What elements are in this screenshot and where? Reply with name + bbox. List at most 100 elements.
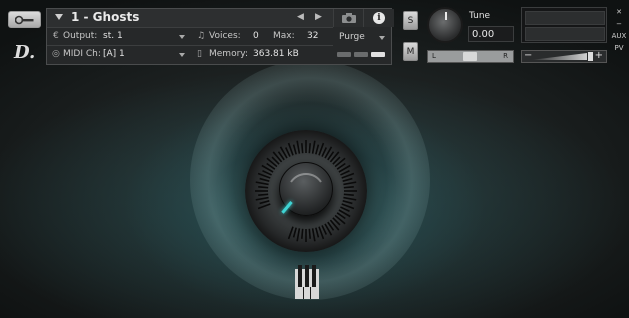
tune-label: Tune	[469, 11, 491, 21]
knob-tick	[308, 143, 311, 154]
knob-tick	[343, 186, 354, 189]
memory-display: ▯ Memory: 363.81 kB	[191, 46, 333, 62]
level-meter	[521, 7, 607, 43]
knob-tick	[311, 140, 316, 154]
pan-slider[interactable]: L R	[427, 50, 514, 63]
wrench-icon	[15, 15, 34, 25]
knob-tick	[284, 147, 291, 157]
purge-bar	[354, 52, 368, 57]
knob-tick	[311, 228, 316, 242]
snapshot-button[interactable]	[333, 9, 364, 27]
knob-tick	[343, 193, 354, 196]
knob-tick	[301, 228, 304, 239]
title-row: 1 - Ghosts ◀ ▶	[47, 9, 333, 28]
knob-tick	[255, 181, 269, 186]
close-icon[interactable]: ✕	[611, 6, 627, 18]
pv-button[interactable]: PV	[611, 42, 627, 54]
camera-icon	[342, 13, 356, 23]
volume-slider-thumb[interactable]	[588, 52, 593, 61]
midi-label: MIDI Ch:	[63, 49, 101, 59]
knob-tick	[259, 200, 270, 205]
instrument-panel: 1 - Ghosts ◀ ▶ i € Output: st. 1 ♫ Voice…	[46, 8, 394, 65]
kontakt-instrument-window: D. 1 - Ghosts ◀ ▶ i € Output: st. 1 ♫ Vo…	[0, 0, 629, 318]
info-icon: i	[373, 12, 385, 24]
knob-tick	[296, 140, 301, 154]
purge-indicator	[337, 52, 391, 58]
knob-tick	[258, 193, 269, 196]
chevron-down-icon	[179, 35, 185, 39]
knob-tick	[343, 181, 357, 186]
knob-tick	[343, 196, 357, 201]
output-value: st. 1	[103, 31, 123, 41]
knob-tick	[259, 177, 270, 182]
side-icon-column: ✕ − AUX PV	[611, 6, 627, 66]
knob-tick	[321, 147, 328, 157]
knob-tick	[255, 196, 269, 201]
knob-tick	[315, 227, 320, 238]
volume-plus[interactable]: +	[595, 50, 603, 61]
left-column: D.	[4, 4, 41, 64]
knob-tick	[321, 225, 328, 235]
arrow-left-icon[interactable]: ◀	[297, 12, 304, 22]
pan-right-label: R	[503, 52, 508, 60]
output-label: Output:	[63, 31, 98, 41]
knob-tick	[308, 228, 311, 239]
knob-tick	[292, 227, 297, 238]
info-button[interactable]: i	[363, 9, 394, 27]
wrench-button[interactable]	[8, 11, 41, 28]
purge-bar	[371, 52, 385, 57]
meter-right	[525, 27, 605, 41]
volume-slider[interactable]: − +	[521, 50, 607, 63]
voices-icon: ♫	[197, 31, 206, 41]
tune-value: 0.00	[472, 29, 495, 40]
minimize-icon[interactable]: −	[611, 18, 627, 30]
chevron-down-icon	[179, 53, 185, 57]
voices-display: ♫ Voices: 0 Max: 32	[191, 28, 333, 44]
knob-tick	[301, 143, 304, 154]
volume-minus[interactable]: −	[524, 50, 532, 61]
purge-dropdown[interactable]: Purge	[335, 29, 391, 45]
library-logo: D.	[14, 42, 36, 63]
midi-value: [A] 1	[103, 49, 125, 59]
knob-tick	[287, 226, 294, 240]
solo-button[interactable]: S	[403, 11, 418, 30]
memory-value: 363.81 kB	[253, 49, 299, 59]
max-voices-value[interactable]: 32	[307, 31, 318, 41]
chevron-down-icon	[379, 36, 385, 40]
arrow-right-icon[interactable]: ▶	[315, 12, 322, 22]
tune-value-field[interactable]: 0.00	[468, 26, 514, 42]
mute-button[interactable]: M	[403, 42, 418, 61]
knob-tick	[292, 144, 297, 155]
midi-channel-selector[interactable]: ◎ MIDI Ch: [A] 1	[47, 46, 189, 62]
knob-tick	[258, 186, 269, 189]
tune-knob[interactable]	[427, 7, 463, 43]
knob-tick	[340, 169, 350, 176]
knob-tick	[296, 228, 301, 242]
output-selector[interactable]: € Output: st. 1	[47, 28, 189, 44]
output-icon: €	[53, 31, 59, 41]
voices-value: 0	[253, 31, 259, 41]
purge-bar	[337, 52, 351, 57]
piano-logo-icon	[295, 265, 319, 299]
main-knob[interactable]	[245, 130, 367, 252]
midi-icon: ◎	[52, 49, 60, 59]
instrument-title[interactable]: 1 - Ghosts	[71, 10, 139, 24]
memory-label: Memory:	[209, 49, 248, 59]
knob-indicator	[445, 12, 447, 20]
meter-left	[525, 11, 605, 25]
voices-label: Voices:	[209, 31, 241, 41]
instrument-header: D. 1 - Ghosts ◀ ▶ i € Output: st. 1 ♫ Vo…	[0, 0, 629, 68]
knob-tick	[342, 200, 353, 205]
knob-tick	[340, 206, 350, 213]
pan-slider-thumb[interactable]	[463, 52, 477, 61]
knob-tick	[257, 203, 271, 210]
memory-icon: ▯	[197, 49, 202, 59]
purge-label: Purge	[339, 32, 365, 42]
max-label: Max:	[273, 31, 295, 41]
collapse-triangle-icon[interactable]	[55, 14, 63, 20]
aux-button[interactable]: AUX	[611, 30, 627, 42]
knob-tick	[262, 169, 272, 176]
volume-ramp	[531, 53, 587, 60]
pan-left-label: L	[432, 52, 436, 60]
knob-tick	[315, 144, 320, 155]
